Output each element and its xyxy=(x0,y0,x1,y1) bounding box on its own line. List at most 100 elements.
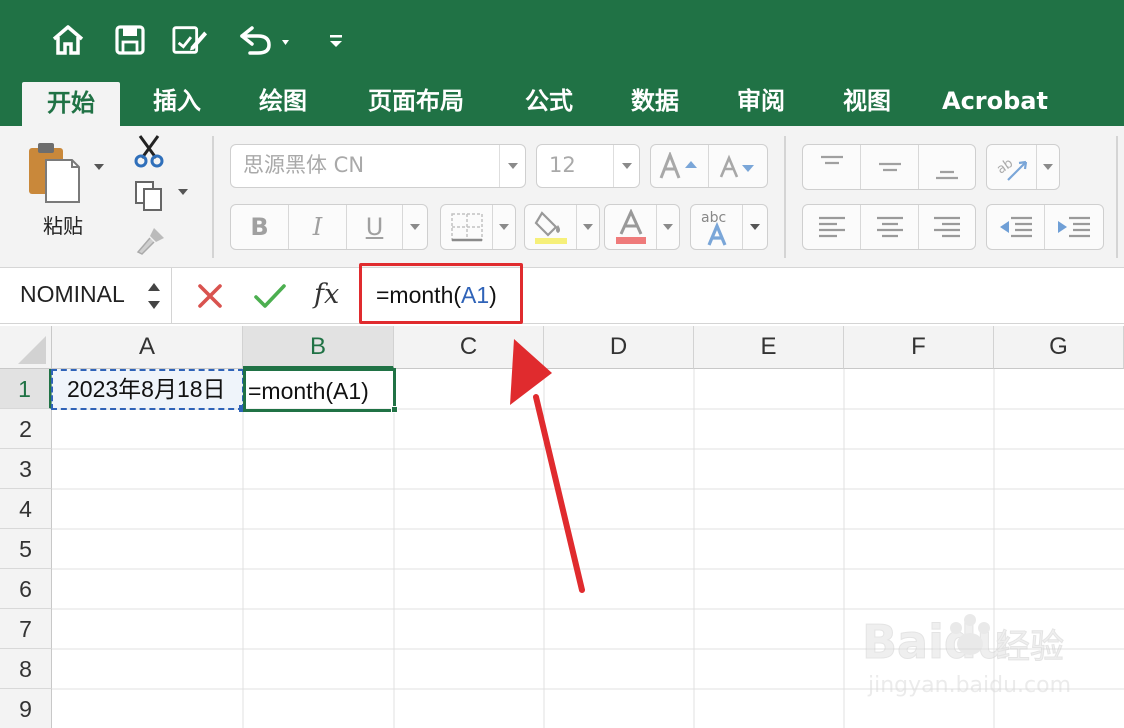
paste-label[interactable]: 粘贴 xyxy=(30,210,96,239)
save-icon[interactable] xyxy=(112,22,148,58)
font-color-icon[interactable] xyxy=(605,205,657,249)
cell-b1-value: =month(A1) xyxy=(248,378,369,404)
edit-document-icon[interactable] xyxy=(172,22,208,58)
fill-color-icon[interactable] xyxy=(525,205,577,249)
row-header-2[interactable]: 2 xyxy=(0,409,52,449)
orientation-button: ab xyxy=(986,144,1060,190)
align-middle-icon[interactable] xyxy=(861,145,919,189)
row-header-6[interactable]: 6 xyxy=(0,569,52,609)
font-size-select[interactable]: 12 xyxy=(536,144,640,188)
fill-handle[interactable] xyxy=(391,406,398,413)
font-family-select[interactable]: 思源黑体 CN xyxy=(230,144,526,188)
horizontal-align-buttons xyxy=(802,204,976,250)
phonetic-dropdown-icon[interactable] xyxy=(743,205,767,249)
column-header-e[interactable]: E xyxy=(694,326,844,369)
ribbon-home: 粘贴 思源黑体 CN 12 B I U abc ab xyxy=(0,126,1124,268)
customize-toolbar-icon[interactable] xyxy=(318,22,354,58)
tab-insert[interactable]: 插入 xyxy=(136,80,218,126)
watermark-url: jingyan.baidu.com xyxy=(867,673,1070,698)
underline-dropdown-icon[interactable] xyxy=(403,205,427,249)
copy-dropdown-icon[interactable] xyxy=(178,189,190,201)
name-box-stepper-icon[interactable] xyxy=(146,276,162,316)
column-header-f[interactable]: F xyxy=(844,326,994,369)
tab-view[interactable]: 视图 xyxy=(826,80,908,126)
tab-review[interactable]: 审阅 xyxy=(720,80,802,126)
fill-color-dropdown-icon[interactable] xyxy=(577,205,599,249)
row-header-8[interactable]: 8 xyxy=(0,649,52,689)
italic-icon[interactable]: I xyxy=(289,205,347,249)
increase-indent-icon[interactable] xyxy=(1045,205,1103,249)
row-header-4[interactable]: 4 xyxy=(0,489,52,529)
tab-acrobat[interactable]: Acrobat xyxy=(932,80,1058,126)
group-separator xyxy=(1116,136,1118,258)
baidu-jingyan-watermark: Baidu 经验 jingyan.baidu.com xyxy=(860,600,1071,700)
group-separator xyxy=(212,136,214,258)
home-icon[interactable] xyxy=(50,22,86,58)
phonetic-button: abc xyxy=(690,204,768,250)
font-color-button xyxy=(604,204,680,250)
formula-bar: NOMINAL fx =month(A1) xyxy=(0,268,1124,324)
formula-highlight-annotation xyxy=(359,263,523,324)
column-header-a[interactable]: A xyxy=(52,326,243,369)
group-separator xyxy=(784,136,786,258)
indent-buttons xyxy=(986,204,1104,250)
chevron-down-icon[interactable] xyxy=(499,145,525,187)
align-right-icon[interactable] xyxy=(919,205,975,249)
cut-icon[interactable] xyxy=(132,134,166,168)
align-top-icon[interactable] xyxy=(803,145,861,189)
font-size-value: 12 xyxy=(549,153,576,177)
copy-icon[interactable] xyxy=(134,180,166,212)
increase-font-size-icon[interactable] xyxy=(651,145,709,187)
decrease-indent-icon[interactable] xyxy=(987,205,1045,249)
watermark-brand-cn: 经验 xyxy=(996,627,1064,667)
tab-page-layout[interactable]: 页面布局 xyxy=(348,80,484,126)
insert-function-fx-icon[interactable]: fx xyxy=(314,268,354,324)
row-header-9[interactable]: 9 xyxy=(0,689,52,728)
row-header-7[interactable]: 7 xyxy=(0,609,52,649)
borders-icon[interactable] xyxy=(441,205,493,249)
bold-icon[interactable]: B xyxy=(231,205,289,249)
cell-a1[interactable]: 2023年8月18日 xyxy=(51,369,244,410)
paste-dropdown-icon[interactable] xyxy=(94,164,108,178)
select-all-corner[interactable] xyxy=(0,326,52,369)
align-bottom-icon[interactable] xyxy=(919,145,975,189)
row-header-3[interactable]: 3 xyxy=(0,449,52,489)
paste-icon[interactable] xyxy=(26,140,82,204)
confirm-check-icon[interactable] xyxy=(252,280,288,312)
tab-formulas[interactable]: 公式 xyxy=(508,80,590,126)
ribbon-tab-bar: 开始 插入 绘图 页面布局 公式 数据 审阅 视图 Acrobat xyxy=(0,80,1124,126)
svg-text:abc: abc xyxy=(701,210,726,226)
undo-icon[interactable] xyxy=(236,22,296,58)
decrease-font-size-icon[interactable] xyxy=(709,145,767,187)
column-header-g[interactable]: G xyxy=(994,326,1124,369)
font-style-buttons: B I U xyxy=(230,204,428,250)
font-size-buttons xyxy=(650,144,768,188)
name-box-value: NOMINAL xyxy=(20,281,125,307)
orientation-dropdown-icon[interactable] xyxy=(1037,145,1059,189)
fill-color-button xyxy=(524,204,600,250)
cell-b1[interactable]: =month(A1) xyxy=(243,368,396,412)
title-bar xyxy=(0,0,1124,80)
tab-draw[interactable]: 绘图 xyxy=(242,80,324,126)
cell-a1-value: 2023年8月18日 xyxy=(67,376,226,402)
cancel-icon[interactable] xyxy=(194,280,226,312)
format-painter-icon[interactable] xyxy=(134,226,166,256)
font-family-value: 思源黑体 CN xyxy=(243,153,365,177)
underline-icon[interactable]: U xyxy=(347,205,403,249)
align-left-icon[interactable] xyxy=(803,205,861,249)
chevron-down-icon[interactable] xyxy=(613,145,639,187)
tab-home[interactable]: 开始 xyxy=(22,82,120,126)
borders-button xyxy=(440,204,516,250)
name-box[interactable]: NOMINAL xyxy=(0,268,172,324)
tab-data[interactable]: 数据 xyxy=(614,80,696,126)
phonetic-abc-icon[interactable]: abc xyxy=(691,205,743,249)
align-center-icon[interactable] xyxy=(861,205,919,249)
row-header-5[interactable]: 5 xyxy=(0,529,52,569)
vertical-align-buttons xyxy=(802,144,976,190)
borders-dropdown-icon[interactable] xyxy=(493,205,515,249)
row-header-1[interactable]: 1 xyxy=(0,369,52,409)
annotation-arrow xyxy=(510,339,585,593)
text-orientation-icon[interactable]: ab xyxy=(987,145,1037,189)
column-header-b[interactable]: B xyxy=(243,326,394,369)
font-color-dropdown-icon[interactable] xyxy=(657,205,679,249)
